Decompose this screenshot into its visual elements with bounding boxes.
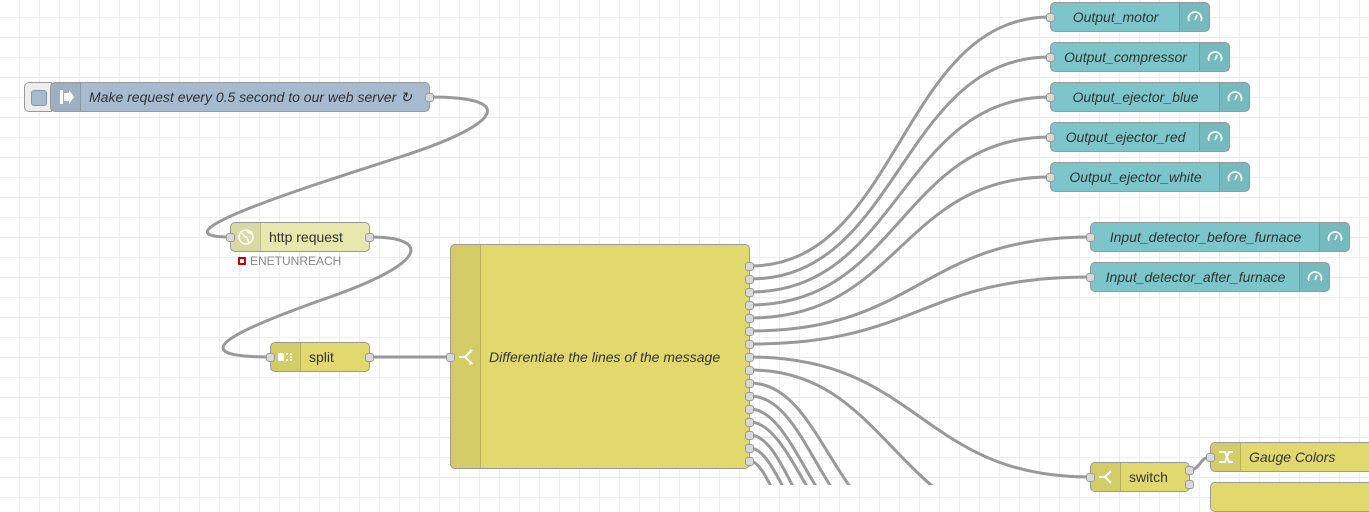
differentiate-output-port[interactable] [745, 366, 754, 375]
output-ejector-white-label: Output_ejector_white [1069, 169, 1202, 185]
differentiate-output-port[interactable] [745, 301, 754, 310]
gauge-icon [1299, 263, 1329, 291]
differentiate-output-port[interactable] [745, 314, 754, 323]
switch-label: switch [1129, 469, 1168, 485]
differentiate-output-port[interactable] [745, 340, 754, 349]
differentiate-output-port[interactable] [745, 288, 754, 297]
status-error-icon [238, 257, 246, 265]
input-port[interactable] [1086, 233, 1095, 242]
split-node[interactable]: split [266, 342, 374, 372]
output-ejector-red-label: Output_ejector_red [1065, 129, 1186, 145]
differentiate-output-port[interactable] [745, 457, 754, 466]
wire-inject-http[interactable] [205, 95, 489, 239]
http-request-node[interactable]: http request [226, 222, 374, 252]
input-detector-before-node[interactable]: Input_detector_before_furnace [1086, 222, 1350, 252]
split-label: split [309, 349, 334, 365]
switch-output-port[interactable] [1185, 466, 1194, 475]
differentiate-output-port[interactable] [745, 405, 754, 414]
output-motor-label: Output_motor [1072, 9, 1159, 25]
gauge-icon [1219, 83, 1249, 111]
inject-node-label: Make request every 0.5 second to our web… [89, 88, 412, 105]
output-ejector-blue-node[interactable]: Output_ejector_blue [1046, 82, 1250, 112]
split-output-port[interactable] [365, 353, 374, 362]
http-output-port[interactable] [365, 233, 374, 242]
input-detector-after-label: Input_detector_after_furnace [1105, 269, 1286, 285]
output-compressor-node[interactable]: Output_compressor [1046, 42, 1230, 72]
input-port[interactable] [1046, 173, 1055, 182]
differentiate-output-port[interactable] [745, 262, 754, 271]
gauge-icon [1179, 3, 1209, 31]
output-motor-node[interactable]: Output_motor [1046, 2, 1210, 32]
input-port[interactable] [1046, 133, 1055, 142]
output-ejector-blue-label: Output_ejector_blue [1072, 89, 1199, 105]
input-port[interactable] [1046, 93, 1055, 102]
differentiate-output-port[interactable] [745, 431, 754, 440]
differentiate-node[interactable]: Differentiate the lines of the message [446, 244, 754, 469]
wire-to-output-ejector-blue[interactable] [749, 95, 1051, 294]
switch-node[interactable]: switch [1086, 462, 1194, 492]
input-detector-before-label: Input_detector_before_furnace [1109, 229, 1302, 245]
gauge-icon [1199, 123, 1229, 151]
gauge-icon [1199, 43, 1229, 71]
input-detector-after-node[interactable]: Input_detector_after_furnace [1086, 262, 1330, 292]
change-icon [1211, 443, 1241, 471]
http-request-label: http request [269, 229, 343, 245]
split-icon [271, 343, 301, 371]
gauge-icon [1319, 223, 1349, 251]
switch-input-port[interactable] [1086, 473, 1095, 482]
input-port[interactable] [1086, 273, 1095, 282]
output-ejector-white-node[interactable]: Output_ejector_white [1046, 162, 1250, 192]
wire-to-output-ejector-red[interactable] [749, 135, 1051, 307]
differentiate-output-port[interactable] [745, 379, 754, 388]
differentiate-output-port[interactable] [745, 327, 754, 336]
inject-trigger-icon [31, 90, 47, 106]
gauge-colors-input-port[interactable] [1206, 453, 1215, 462]
input-port[interactable] [1046, 13, 1055, 22]
split-input-port[interactable] [266, 353, 275, 362]
function-switch-icon [451, 245, 481, 468]
output-ejector-red-node[interactable]: Output_ejector_red [1046, 122, 1230, 152]
gauge-icon [1219, 163, 1249, 191]
switch-icon [1091, 463, 1121, 491]
differentiate-output-port[interactable] [745, 275, 754, 284]
differentiate-output-port[interactable] [745, 444, 754, 453]
inject-output-port[interactable] [425, 93, 434, 102]
inject-trigger-button[interactable] [24, 82, 52, 112]
differentiate-output-port[interactable] [745, 392, 754, 401]
output-compressor-label: Output_compressor [1064, 49, 1187, 65]
http-status: ENETUNREACH [238, 254, 341, 268]
inject-arrow-icon [51, 83, 81, 111]
http-input-port[interactable] [226, 233, 235, 242]
inject-node[interactable]: Make request every 0.5 second to our web… [50, 82, 434, 112]
differentiate-output-port[interactable] [745, 353, 754, 362]
differentiate-label: Differentiate the lines of the message [489, 348, 721, 365]
gauge-colors-label: Gauge Colors [1249, 449, 1336, 465]
differentiate-input-port[interactable] [446, 353, 455, 362]
differentiate-output-port[interactable] [745, 418, 754, 427]
http-status-text: ENETUNREACH [250, 254, 342, 268]
input-port[interactable] [1046, 53, 1055, 62]
next-change-node[interactable] [1210, 482, 1369, 512]
gauge-colors-node[interactable]: Gauge Colors [1206, 442, 1369, 472]
globe-icon [231, 223, 261, 251]
